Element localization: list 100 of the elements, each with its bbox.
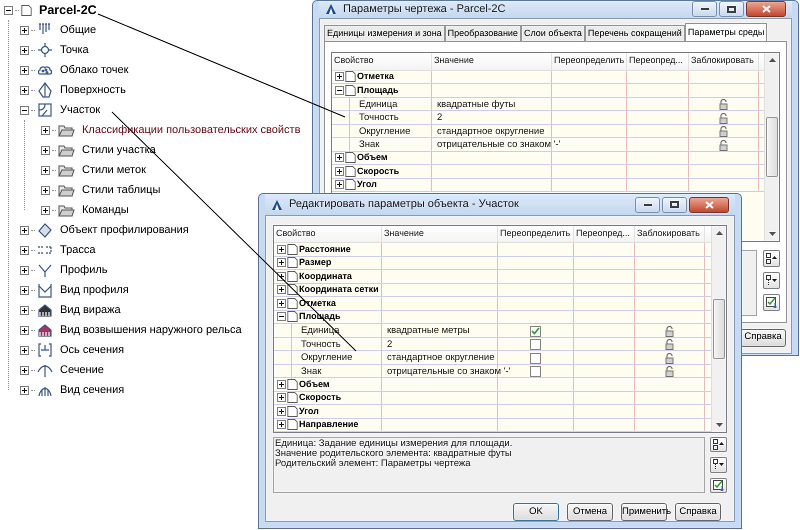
expand-all-button[interactable] — [710, 457, 727, 473]
expand-icon[interactable] — [335, 166, 344, 176]
tree-item-label[interactable]: Поверхность — [60, 82, 126, 98]
expand-icon[interactable] — [20, 366, 29, 374]
minimize-button[interactable] — [635, 196, 660, 212]
maximize-button[interactable] — [719, 1, 744, 18]
group-label[interactable]: Площадь — [357, 84, 399, 96]
expand-icon[interactable] — [277, 285, 286, 294]
tree-item-label[interactable]: Вид сечения — [60, 382, 124, 398]
padlock-icon[interactable] — [665, 352, 674, 364]
tree-item-label[interactable]: Команды — [82, 202, 129, 218]
expand-icon[interactable] — [20, 226, 29, 234]
group-label[interactable]: Угол — [299, 405, 319, 418]
group-label[interactable]: Расстояние — [299, 243, 351, 256]
expand-icon[interactable] — [20, 66, 29, 74]
collapse-all-button[interactable] — [763, 250, 780, 266]
column-header[interactable]: Свойство — [274, 226, 382, 242]
property-value[interactable]: отрицательные со знаком '-' — [437, 138, 560, 152]
scrollbar[interactable] — [764, 52, 779, 240]
expand-icon[interactable] — [20, 86, 29, 94]
tree-item-label[interactable]: Стили меток — [82, 162, 146, 178]
tab[interactable]: Слои объекта — [520, 24, 585, 40]
column-header[interactable]: Заблокировать — [635, 226, 705, 242]
expand-icon[interactable] — [335, 153, 344, 162]
property-value[interactable]: стандартное округление — [387, 351, 495, 366]
property-value[interactable]: квадратные футы — [437, 98, 516, 112]
expand-icon[interactable] — [41, 206, 50, 214]
tree-item-label[interactable]: Профиль — [60, 262, 108, 278]
dialog-button[interactable]: Справка — [675, 503, 721, 521]
override-checkbox[interactable] — [530, 352, 541, 364]
group-label[interactable]: Координата сетки — [299, 284, 379, 296]
tree-item-label[interactable]: Вид профиля — [60, 282, 129, 298]
tree-item-label[interactable]: Вид виража — [60, 302, 121, 318]
column-header[interactable]: Заблокировать — [689, 52, 759, 70]
expand-icon[interactable] — [41, 146, 50, 154]
expand-icon[interactable] — [335, 180, 344, 190]
expand-icon[interactable] — [20, 26, 29, 34]
expand-icon[interactable] — [41, 186, 50, 194]
close-button[interactable] — [689, 196, 729, 212]
expand-icon[interactable] — [20, 306, 29, 314]
tree-item-label[interactable]: Трасса — [60, 242, 96, 258]
tree-item-label[interactable]: Стили таблицы — [82, 182, 160, 198]
group-label[interactable]: Размер — [299, 256, 332, 269]
property-value[interactable]: стандартное округление — [437, 124, 545, 139]
tree-item-label[interactable]: Облако точек — [60, 62, 128, 78]
padlock-icon[interactable] — [719, 99, 728, 110]
expand-icon[interactable] — [20, 346, 29, 354]
property-value[interactable]: 2 — [387, 338, 392, 352]
expand-icon[interactable] — [277, 244, 286, 254]
override-checkbox[interactable] — [530, 339, 541, 350]
expand-icon[interactable] — [41, 166, 50, 174]
tree-item-label[interactable]: Участок — [60, 102, 100, 118]
expand-icon[interactable] — [20, 326, 29, 334]
tab[interactable]: Параметры среды — [684, 22, 768, 40]
expand-icon[interactable] — [277, 298, 286, 308]
column-header[interactable]: Переопред... — [574, 226, 635, 242]
column-header[interactable]: Свойство — [332, 52, 432, 70]
collapse-icon[interactable] — [277, 312, 286, 322]
tree-item-label[interactable]: Parcel-2C — [39, 0, 97, 20]
padlock-icon[interactable] — [665, 326, 674, 337]
expand-all-button[interactable] — [763, 272, 780, 288]
scroll-thumb[interactable] — [713, 299, 725, 359]
apply-check-button[interactable] — [763, 294, 780, 310]
property-value[interactable]: 2 — [437, 111, 442, 126]
dialog-button[interactable]: Справка — [740, 328, 786, 346]
group-label[interactable]: Объем — [299, 378, 330, 390]
padlock-icon[interactable] — [665, 366, 674, 378]
override-checkbox[interactable] — [530, 366, 541, 378]
tab[interactable]: Перечень сокращений — [584, 24, 685, 40]
tree-item-label[interactable]: Ось сечения — [60, 342, 124, 358]
collapse-icon[interactable] — [4, 6, 13, 14]
collapse-all-button[interactable] — [710, 437, 727, 452]
expand-icon[interactable] — [277, 393, 286, 402]
scroll-thumb[interactable] — [766, 116, 778, 176]
group-label[interactable]: Скорость — [299, 392, 342, 404]
dialog-button[interactable]: Отмена — [567, 503, 613, 521]
expand-icon[interactable] — [20, 46, 29, 54]
collapse-icon[interactable] — [20, 106, 29, 114]
group-label[interactable]: Угол — [357, 178, 377, 191]
expand-icon[interactable] — [20, 246, 29, 254]
column-header[interactable]: Переопределить — [552, 52, 627, 70]
maximize-button[interactable] — [662, 196, 687, 212]
tree-item-label[interactable]: Вид возвышения наружного рельса — [60, 322, 242, 338]
expand-icon[interactable] — [20, 266, 29, 274]
expand-icon[interactable] — [335, 72, 344, 82]
group-label[interactable]: Координата — [299, 270, 352, 282]
override-checkbox[interactable] — [530, 326, 541, 337]
group-label[interactable]: Отметка — [357, 70, 394, 83]
tree-item-label[interactable]: Точка — [60, 42, 89, 58]
dialog-button[interactable]: OK — [513, 503, 559, 521]
tree-item-label[interactable]: Общие — [60, 22, 96, 38]
column-header[interactable]: Переопред... — [627, 52, 689, 70]
padlock-icon[interactable] — [719, 112, 728, 124]
tab[interactable]: Единицы измерения и зона — [324, 24, 445, 40]
expand-icon[interactable] — [277, 258, 286, 268]
expand-icon[interactable] — [277, 272, 286, 281]
expand-icon[interactable] — [277, 420, 286, 430]
padlock-icon[interactable] — [665, 339, 674, 350]
expand-icon[interactable] — [20, 386, 29, 394]
expand-icon[interactable] — [41, 126, 50, 134]
